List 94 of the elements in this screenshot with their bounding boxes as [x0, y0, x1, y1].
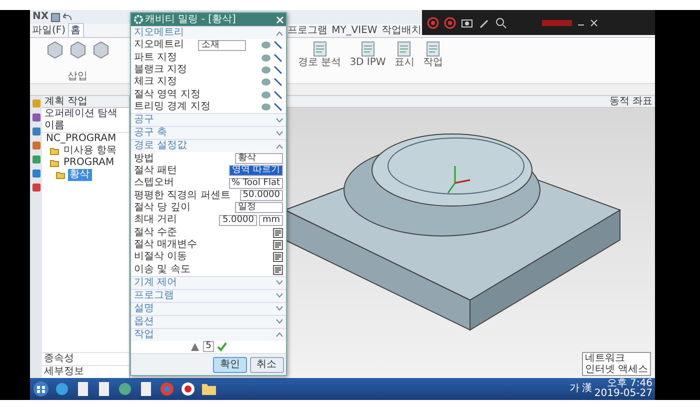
start-orb-icon[interactable] [32, 381, 48, 397]
field-label: 절삭 패턴 [134, 164, 178, 177]
field-label: 이송 및 속도 [134, 264, 190, 276]
dropdown[interactable]: 소재 [198, 40, 246, 51]
group-label: 삽입 [68, 71, 88, 83]
record-icon[interactable] [180, 381, 196, 397]
cancel-button[interactable]: 취소 [250, 356, 284, 373]
settings-icon[interactable] [273, 228, 283, 238]
input-field[interactable]: 5 [202, 341, 214, 352]
tooltip-text: 인터넷 액세스 [584, 364, 648, 375]
chevron-down-icon[interactable] [276, 130, 283, 136]
field-label: 비절삭 이동 [134, 251, 188, 264]
field-label: 절삭 영역 지정 [134, 88, 200, 101]
field-label: 트리밍 경계 지정 [134, 101, 210, 114]
panel-title: 계획 작업 [42, 96, 129, 108]
dialog-title: 캐비티 밀링 - [황삭] [145, 14, 237, 26]
cube-icon[interactable] [68, 40, 86, 58]
chevron-down-icon[interactable] [276, 280, 283, 286]
input-field[interactable]: 5.0000 [219, 214, 257, 226]
field-label: 스텝오버 [134, 177, 174, 190]
ribbon-button[interactable]: 경로 분석 [295, 40, 344, 68]
ribbon-button[interactable]: 표시 [391, 40, 418, 68]
chevron-up-icon[interactable] [276, 332, 283, 338]
settings-icon[interactable] [273, 252, 283, 262]
viewport-title: 동적 좌표 [609, 96, 652, 107]
zoom-icon[interactable] [495, 16, 507, 28]
field-label: 방법 [134, 152, 154, 165]
tree-item[interactable]: PROGRAM [62, 157, 116, 169]
chevron-up-icon[interactable] [276, 144, 283, 149]
ribbon-tab[interactable]: 홈 [68, 23, 84, 37]
square-icon[interactable] [32, 126, 40, 136]
ribbon-button[interactable]: 작업 [420, 40, 446, 68]
field-label: 체크 지정 [134, 76, 178, 88]
ribbon-tab[interactable]: 작업배치 [379, 24, 424, 37]
field-label: 절삭 매개변수 [134, 238, 198, 251]
square-icon[interactable] [32, 168, 40, 178]
field-label: 절삭 당 깊이 [134, 202, 190, 214]
app-logo: NX [32, 11, 49, 23]
settings-icon[interactable] [273, 240, 283, 250]
square-icon[interactable] [32, 112, 40, 122]
field-label: 지오메트리 [134, 39, 184, 52]
camera-icon[interactable] [461, 16, 473, 28]
ribbon-tab[interactable]: 프로그램 [286, 24, 330, 37]
clock-time[interactable]: 오후 7:46 [606, 379, 652, 389]
field-label: 절삭 수준 [134, 226, 178, 239]
verify-icon[interactable] [216, 342, 227, 352]
close-icon[interactable] [590, 18, 598, 26]
panel-tab[interactable]: 종속성 [42, 352, 129, 365]
input-field[interactable]: 50.0000 [240, 190, 283, 202]
settings-icon[interactable] [273, 264, 283, 275]
ime-indicator[interactable]: 漢 [582, 383, 592, 395]
sheet-icon [312, 40, 328, 56]
gear-icon [134, 15, 142, 24]
dropdown[interactable]: 영역 따르기 [229, 165, 283, 176]
section-header[interactable]: 공구 [134, 114, 154, 126]
chevron-down-icon[interactable] [276, 306, 283, 312]
cube-icon[interactable] [46, 40, 64, 58]
square-icon[interactable] [32, 182, 40, 192]
field-label: 블랭크 지정 [134, 64, 188, 76]
ribbon-tab[interactable]: MY_VIEW [330, 24, 380, 37]
square-icon[interactable] [32, 154, 40, 164]
sheet-icon [424, 40, 441, 56]
sheet-icon [396, 40, 412, 56]
folder-icon[interactable] [200, 381, 216, 397]
save-icon[interactable] [51, 12, 60, 22]
chevron-down-icon[interactable] [276, 319, 283, 324]
field-label: 파트 지정 [134, 52, 178, 64]
section-header[interactable]: 작업 [134, 328, 154, 341]
recording-indicator-icon [542, 20, 572, 26]
sheet-icon [360, 40, 376, 56]
ribbon-tab[interactable]: 파일(F) [30, 24, 68, 37]
tree-item[interactable]: 미사용 항목 [62, 145, 119, 157]
field-label: 평평한 직경의 퍼센트 [134, 190, 230, 202]
section-header[interactable]: 옵션 [134, 316, 154, 328]
chevron-down-icon[interactable] [276, 293, 283, 298]
clock-date[interactable]: 2019-05-27 [594, 389, 652, 399]
square-icon[interactable] [32, 140, 40, 150]
column-header: 이름 [42, 120, 129, 133]
section-header[interactable]: 설명 [134, 302, 154, 315]
navigator-header: 오퍼레이션 탐색 [44, 108, 119, 120]
dropdown[interactable]: % Tool Flat [228, 178, 283, 189]
dropdown[interactable]: 일정 [235, 202, 283, 214]
unit-dropdown[interactable]: mm [259, 214, 283, 226]
cube-icon[interactable] [92, 40, 110, 58]
tree-item[interactable]: NC_PROGRAM [44, 133, 118, 145]
field-label: 최대 거리 [134, 214, 178, 226]
tooltip-text: 네트워크 [584, 353, 626, 364]
undo-icon[interactable] [62, 12, 72, 22]
chevron-up-icon[interactable] [276, 30, 283, 36]
ime-indicator[interactable]: 가 [569, 383, 580, 395]
chevron-down-icon[interactable] [276, 118, 283, 123]
ok-button[interactable]: 확인 [213, 356, 247, 373]
ribbon-button[interactable]: 3D IPW [346, 40, 389, 68]
dropdown[interactable]: 황삭 [235, 153, 283, 164]
